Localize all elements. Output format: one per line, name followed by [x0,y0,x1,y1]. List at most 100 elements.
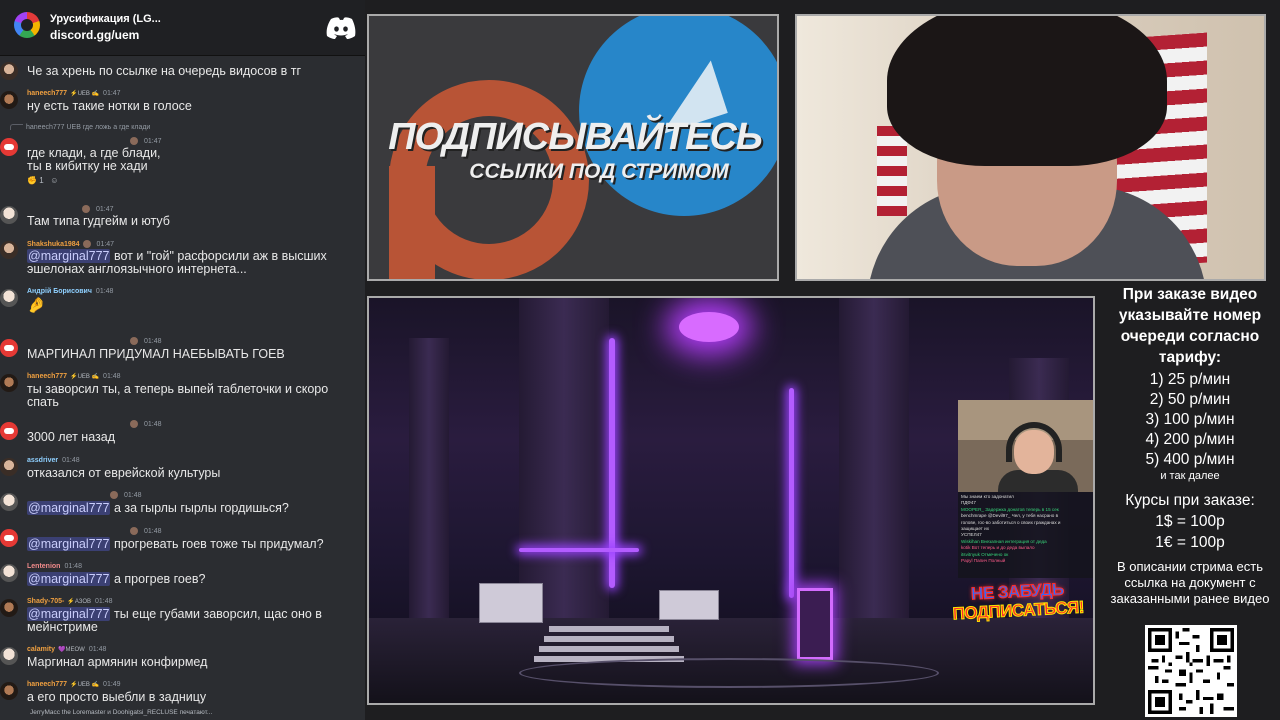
user-mention[interactable]: @marginal777 [27,249,111,263]
timestamp: 01:48 [95,288,114,295]
message-meta: haneech777 ⚡UEB ✍ 01:47 [27,90,121,97]
message-text-line: а за гырлы гырлы гордишься? [113,501,289,515]
tariff-item: 2) 50 р/мин [1149,391,1231,408]
timestamp: 01:48 [124,491,142,499]
qr-code-icon [1148,628,1234,714]
discord-logo-icon [326,17,356,39]
timestamp: 01:47 [103,90,121,97]
mini-avatar [82,205,90,213]
qr-code[interactable] [1145,625,1237,717]
pip-chat-line: Papyl Папич Полный [961,558,1006,564]
user-mention[interactable]: @marginal777 [27,501,111,515]
username[interactable]: haneech777 [27,373,67,380]
message-meta: Андрій Борисович 01:48 [27,288,113,295]
avatar [0,599,18,617]
message-text: ты заворсил ты, а теперь выпей таблеточк… [27,382,329,396]
timestamp: 01:48 [88,646,107,653]
webcam-feed [795,14,1266,281]
mini-avatar [110,491,118,499]
message-meta: 01:48 [130,527,162,535]
timestamp: 01:48 [62,457,80,464]
tariff-item: 1) 25 р/мин [1149,371,1231,388]
avatar [0,206,18,224]
reaction-count: 1 [39,176,44,185]
typing-indicator: JerryMacc the Loremaster и Doohigatsi_RE… [30,709,213,716]
message-text: отказался от еврейской культуры [27,466,221,480]
timestamp: 01:47 [96,205,114,213]
message-emoji: 🤌 [27,297,46,314]
avatar [0,458,18,476]
timestamp: 01:49 [103,681,121,688]
tariff-item: 5) 400 р/мин [1145,451,1235,468]
avatar [0,374,18,392]
message-meta: Lentenion 01:48 [27,563,82,570]
message-text: а его просто выебли в задницу [27,690,207,704]
neon-strip [519,548,639,552]
scene-pillar [409,338,449,628]
username[interactable]: haneech777 [27,681,67,688]
subscribe-sticker: НЕ ЗАБУДЬ ПОДПИСАТЬСЯ! [942,578,1093,632]
mini-avatar [130,527,138,535]
tariff-item: 4) 200 р/мин [1145,431,1235,448]
reply-preview[interactable]: haneech777 UEB где ложь а где клади [10,124,150,131]
streamer-pip [958,400,1093,492]
message-meta: haneech777 ⚡UEB ✍ 01:48 [27,373,121,380]
mini-avatar [130,337,138,345]
reaction[interactable]: ✊ 1 ☺ [27,176,58,185]
currency-rate: 1€ = 100р [1155,534,1225,551]
avatar [0,647,18,665]
server-invite-link[interactable]: discord.gg/uem [50,28,139,42]
message-meta: 01:48 [130,420,162,428]
avatar [0,682,18,700]
server-icon [14,12,40,38]
message-text: @marginal777 а за гырлы гырлы гордишься? [27,501,289,515]
banner-title: ПОДПИСЫВАЙТЕСЬ [388,116,763,158]
scene-block [479,583,543,623]
stair-step [539,646,679,652]
username[interactable]: Shakshuka1984 [27,241,80,248]
neon-pod [797,588,833,660]
discord-default-avatar [0,529,18,547]
discord-chat-panel: Урусификация (LG... discord.gg/uem Че за… [0,0,365,720]
tariff-list: 1) 25 р/мин 2) 50 р/мин 3) 100 р/мин 4) … [1100,370,1280,482]
timestamp: 01:47 [96,240,115,248]
timestamp: 01:48 [95,598,113,605]
message-meta: 01:48 [110,491,142,499]
user-badge: ⚡АЗОВ [67,599,91,605]
timestamp: 01:48 [144,527,162,535]
message-text: 3000 лет назад [27,430,116,444]
avatar [0,493,18,511]
user-mention[interactable]: @marginal777 [27,572,111,586]
username[interactable]: haneech777 [27,90,67,97]
timestamp: 01:48 [103,373,121,380]
message-meta: 01:48 [130,337,162,345]
user-mention[interactable]: @marginal777 [27,607,111,621]
username[interactable]: assdriver [27,457,58,464]
scene-pillar [839,298,909,628]
username[interactable]: Shady-705- [27,598,64,605]
message-meta: Shady-705- ⚡АЗОВ 01:48 [27,598,113,605]
message-meta: calamity 💜MEOW 01:48 [27,646,106,653]
user-badge: ⚡UEB ✍ [70,374,100,380]
stair-step [544,636,674,642]
message-text: Че за хрень по ссылке на очередь видосов… [27,64,302,78]
streamer-hair [887,16,1167,166]
username[interactable]: calamity [27,646,55,653]
message-meta: 01:47 [130,137,162,145]
message-meta: 01:47 [82,205,114,213]
message-meta: Shakshuka1984 01:47 [27,240,114,248]
currency-rate: 1$ = 100р [1155,513,1225,530]
avatar [0,564,18,582]
banner-subtitle: ССЫЛКИ ПОД СТРИМОМ [469,160,729,183]
user-mention[interactable]: @marginal777 [27,537,111,551]
timestamp: 01:48 [144,337,162,345]
username[interactable]: Lentenion [27,563,60,570]
message-text-line: вот и "гой" расфорсили аж в высших [113,249,327,263]
timestamp: 01:48 [144,420,162,428]
description-note: В описании стрима есть ссылка на докумен… [1110,559,1270,606]
ceiling-light [679,312,739,342]
neon-strip [789,388,794,598]
currency-heading: Курсы при заказе: [1125,492,1255,509]
video-player[interactable]: Мы знаем кто задонатил ПДФ47 MOOPER_ Зад… [367,296,1095,705]
username[interactable]: Андрій Борисович [27,288,92,295]
